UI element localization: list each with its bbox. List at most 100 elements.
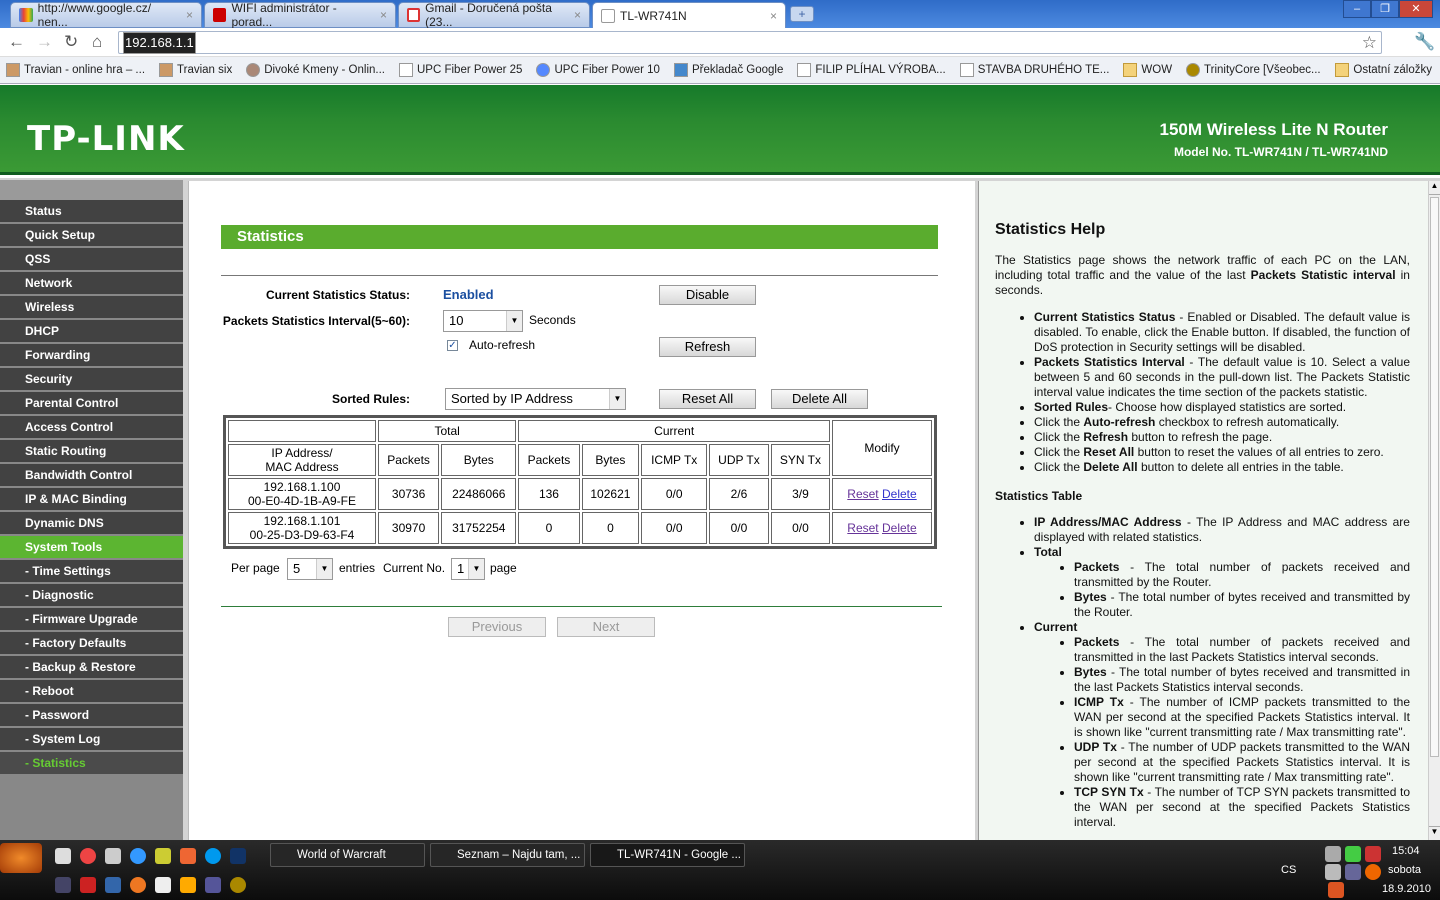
start-button[interactable] — [0, 843, 42, 873]
chrome-icon[interactable] — [80, 848, 96, 864]
sidebar-item-reboot[interactable]: - Reboot — [0, 680, 183, 702]
reset-link[interactable]: Reset — [847, 521, 878, 535]
interval-select[interactable]: 10 ▼ — [443, 310, 523, 332]
tray-icon[interactable] — [1365, 846, 1381, 862]
current-page-select[interactable]: 1 ▼ — [451, 558, 485, 580]
close-tab-icon[interactable]: × — [574, 8, 581, 22]
sidebar-item-static-routing[interactable]: Static Routing — [0, 440, 183, 462]
sidebar-item-system-log[interactable]: - System Log — [0, 728, 183, 750]
close-window-button[interactable]: ✕ — [1399, 0, 1433, 18]
close-tab-icon[interactable]: × — [770, 9, 777, 23]
bookmark[interactable]: FILIP PLÍHAL VÝROBA... — [797, 63, 946, 77]
sidebar-item-system-tools[interactable]: System Tools — [0, 536, 183, 558]
sidebar-item-access-control[interactable]: Access Control — [0, 416, 183, 438]
sidebar-item-security[interactable]: Security — [0, 368, 183, 390]
app-icon[interactable] — [105, 877, 121, 893]
tray-icon[interactable] — [1325, 846, 1341, 862]
steam-icon[interactable] — [105, 848, 121, 864]
app-icon[interactable] — [155, 877, 171, 893]
photoshop-icon[interactable] — [230, 848, 246, 864]
sidebar-item-time-settings[interactable]: - Time Settings — [0, 560, 183, 582]
scrollbar-thumb[interactable] — [1430, 197, 1439, 757]
sidebar-item-network[interactable]: Network — [0, 272, 183, 294]
bluetooth-icon[interactable] — [1325, 864, 1341, 880]
new-tab-button[interactable]: + — [790, 6, 814, 22]
reset-all-button[interactable]: Reset All — [659, 389, 756, 409]
app-icon[interactable] — [155, 848, 171, 864]
disable-button[interactable]: Disable — [659, 285, 756, 305]
app-icon[interactable] — [205, 877, 221, 893]
address-bar[interactable]: 192.168.1.1 ☆ — [118, 31, 1382, 54]
taskbar-item-ie[interactable]: Seznam – Najdu tam, ... — [430, 843, 585, 867]
bookmark[interactable]: Travian six — [159, 63, 232, 77]
bookmark[interactable]: UPC Fiber Power 25 — [399, 63, 522, 77]
forward-icon[interactable]: → — [36, 32, 53, 52]
tab-gmail[interactable]: Gmail - Doručená pošta (23... × — [398, 1, 590, 29]
tab-tl-wr741n[interactable]: TL-WR741N × — [592, 2, 786, 28]
app-icon[interactable] — [80, 877, 96, 893]
delete-link[interactable]: Delete — [882, 487, 917, 501]
taskbar-item-chrome[interactable]: TL-WR741N - Google ... — [590, 843, 745, 867]
url-input[interactable]: 192.168.1.1 — [123, 31, 196, 54]
auto-refresh-checkbox[interactable]: ✓ — [447, 340, 458, 351]
volume-icon[interactable] — [1328, 882, 1344, 898]
firefox-icon[interactable] — [130, 877, 146, 893]
minimize-button[interactable]: – — [1343, 0, 1371, 18]
sidebar-item-bandwidth-control[interactable]: Bandwidth Control — [0, 464, 183, 486]
delete-link[interactable]: Delete — [882, 521, 917, 535]
clock-day[interactable]: sobota — [1388, 864, 1421, 876]
bookmark[interactable]: STAVBA DRUHÉHO TE... — [959, 63, 1109, 77]
scroll-up-icon[interactable]: ▲ — [1429, 181, 1440, 195]
back-icon[interactable]: ← — [8, 32, 25, 52]
clock-date[interactable]: 18.9.2010 — [1382, 883, 1431, 895]
bookmark[interactable]: UPC Fiber Power 10 — [536, 63, 660, 77]
tab-google[interactable]: http://www.google.cz/ nen... × — [10, 1, 202, 29]
per-page-select[interactable]: 5 ▼ — [287, 558, 333, 580]
bookmark[interactable]: Divoké Kmeny - Onlin... — [246, 63, 385, 77]
tray-icon[interactable] — [1365, 864, 1381, 880]
bookmark[interactable]: Překladač Google — [673, 63, 783, 77]
bookmark-folder[interactable]: WOW — [1123, 63, 1172, 77]
bookmark[interactable]: TrinityCore [Všeobec... — [1186, 63, 1321, 77]
scroll-down-icon[interactable]: ▼ — [1429, 826, 1440, 840]
close-tab-icon[interactable]: × — [380, 8, 387, 22]
next-button[interactable]: Next — [557, 617, 655, 637]
sidebar-item-status[interactable]: Status — [0, 200, 183, 222]
media-player-icon[interactable] — [130, 848, 146, 864]
refresh-button[interactable]: Refresh — [659, 337, 756, 357]
maximize-button[interactable]: ❐ — [1371, 0, 1399, 18]
sidebar-item-firmware-upgrade[interactable]: - Firmware Upgrade — [0, 608, 183, 630]
help-scrollbar[interactable]: ▲ ▼ — [1428, 181, 1440, 840]
other-bookmarks[interactable]: Ostatní záložky — [1335, 63, 1432, 77]
home-icon[interactable]: ⌂ — [92, 32, 102, 52]
bookmark[interactable]: Travian - online hra – ... — [6, 63, 145, 77]
skype-icon[interactable] — [205, 848, 221, 864]
close-tab-icon[interactable]: × — [186, 8, 193, 22]
star-icon[interactable]: ☆ — [1362, 33, 1377, 53]
sidebar-item-factory-defaults[interactable]: - Factory Defaults — [0, 632, 183, 654]
network-icon[interactable] — [1345, 864, 1361, 880]
clock-time[interactable]: 15:04 — [1392, 845, 1420, 857]
app-icon[interactable] — [55, 877, 71, 893]
app-icon[interactable] — [180, 877, 196, 893]
sidebar-item-dhcp[interactable]: DHCP — [0, 320, 183, 342]
app-icon[interactable] — [180, 848, 196, 864]
sidebar-item-ip-mac-binding[interactable]: IP & MAC Binding — [0, 488, 183, 510]
reload-icon[interactable]: ↻ — [64, 32, 78, 52]
wrench-icon[interactable]: 🔧 — [1414, 32, 1435, 52]
sidebar-item-statistics[interactable]: - Statistics — [0, 752, 183, 774]
tray-icon[interactable] — [1345, 846, 1361, 862]
sidebar-item-dynamic-dns[interactable]: Dynamic DNS — [0, 512, 183, 534]
sidebar-item-password[interactable]: - Password — [0, 704, 183, 726]
sidebar-item-diagnostic[interactable]: - Diagnostic — [0, 584, 183, 606]
reset-link[interactable]: Reset — [847, 487, 878, 501]
sidebar-item-forwarding[interactable]: Forwarding — [0, 344, 183, 366]
sorted-rules-select[interactable]: Sorted by IP Address ▼ — [445, 388, 626, 410]
sidebar-item-qss[interactable]: QSS — [0, 248, 183, 270]
sidebar-item-backup-restore[interactable]: - Backup & Restore — [0, 656, 183, 678]
taskbar-item-wow[interactable]: World of Warcraft — [270, 843, 425, 867]
sidebar-item-quick-setup[interactable]: Quick Setup — [0, 224, 183, 246]
tab-wifi-admin[interactable]: WIFI administrátor - porad... × — [204, 1, 396, 29]
previous-button[interactable]: Previous — [448, 617, 546, 637]
sidebar-item-wireless[interactable]: Wireless — [0, 296, 183, 318]
